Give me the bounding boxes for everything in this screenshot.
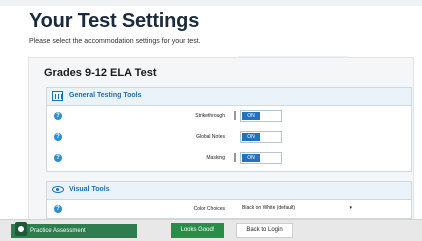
page-header: Your Test Settings Please select the acc…: [0, 0, 422, 56]
color-choices-select[interactable]: Black on White (default) ▾: [240, 203, 360, 214]
info-icon[interactable]: ?: [54, 205, 62, 213]
visual-tools-title: Visual Tools: [69, 186, 110, 193]
footer-bar: Practice Assessment Looks Good! Back to …: [0, 219, 422, 241]
visual-tools-header[interactable]: Visual Tools: [47, 182, 411, 200]
caret-down-icon: ▾: [349, 205, 352, 211]
header-bar: [0, 0, 422, 6]
masking-toggle[interactable]: ON: [240, 152, 282, 164]
setting-row-masking: ? Masking ON: [47, 150, 411, 168]
page-subtitle: Please select the accommodation settings…: [29, 38, 201, 45]
toggle-on-indicator: ON: [242, 112, 260, 120]
global-notes-toggle[interactable]: ON: [240, 131, 282, 143]
divider-mark: [234, 111, 236, 120]
toggle-on-indicator: ON: [242, 133, 260, 141]
setting-label: Global Notes: [196, 134, 225, 140]
practice-assessment-button[interactable]: Practice Assessment: [11, 222, 137, 238]
practice-label: Practice Assessment: [30, 228, 86, 234]
strikethrough-toggle[interactable]: ON: [240, 110, 282, 122]
info-icon[interactable]: ?: [54, 112, 62, 120]
looks-good-button[interactable]: Looks Good!: [171, 223, 224, 238]
divider-mark: [234, 153, 236, 162]
info-icon[interactable]: ?: [54, 133, 62, 141]
setting-label: Strikethrough: [195, 113, 225, 119]
page-title: Your Test Settings: [29, 10, 200, 32]
setting-row-global-notes: ? Global Notes ON: [47, 129, 411, 147]
practice-logo-icon: [15, 222, 27, 236]
back-to-login-button[interactable]: Back to Login: [236, 223, 293, 238]
general-tools-header[interactable]: General Testing Tools: [47, 88, 411, 106]
test-name: Grades 9-12 ELA Test: [44, 67, 157, 79]
select-value: Black on White (default): [242, 205, 296, 211]
visual-tools-section: Visual Tools ? Color Choices Black on Wh…: [46, 181, 412, 219]
general-tools-section: General Testing Tools ? Strikethrough ON…: [46, 87, 412, 172]
info-icon[interactable]: ?: [54, 154, 62, 162]
setting-label: Masking: [206, 155, 225, 161]
toggle-on-indicator: ON: [242, 154, 260, 162]
setting-row-strikethrough: ? Strikethrough ON: [47, 108, 411, 126]
setting-label: Color Choices: [193, 206, 225, 212]
setting-row-color-choices: ? Color Choices Black on White (default)…: [47, 201, 411, 219]
tools-icon: [52, 91, 63, 101]
eye-icon: [52, 186, 64, 193]
general-tools-title: General Testing Tools: [69, 92, 142, 99]
